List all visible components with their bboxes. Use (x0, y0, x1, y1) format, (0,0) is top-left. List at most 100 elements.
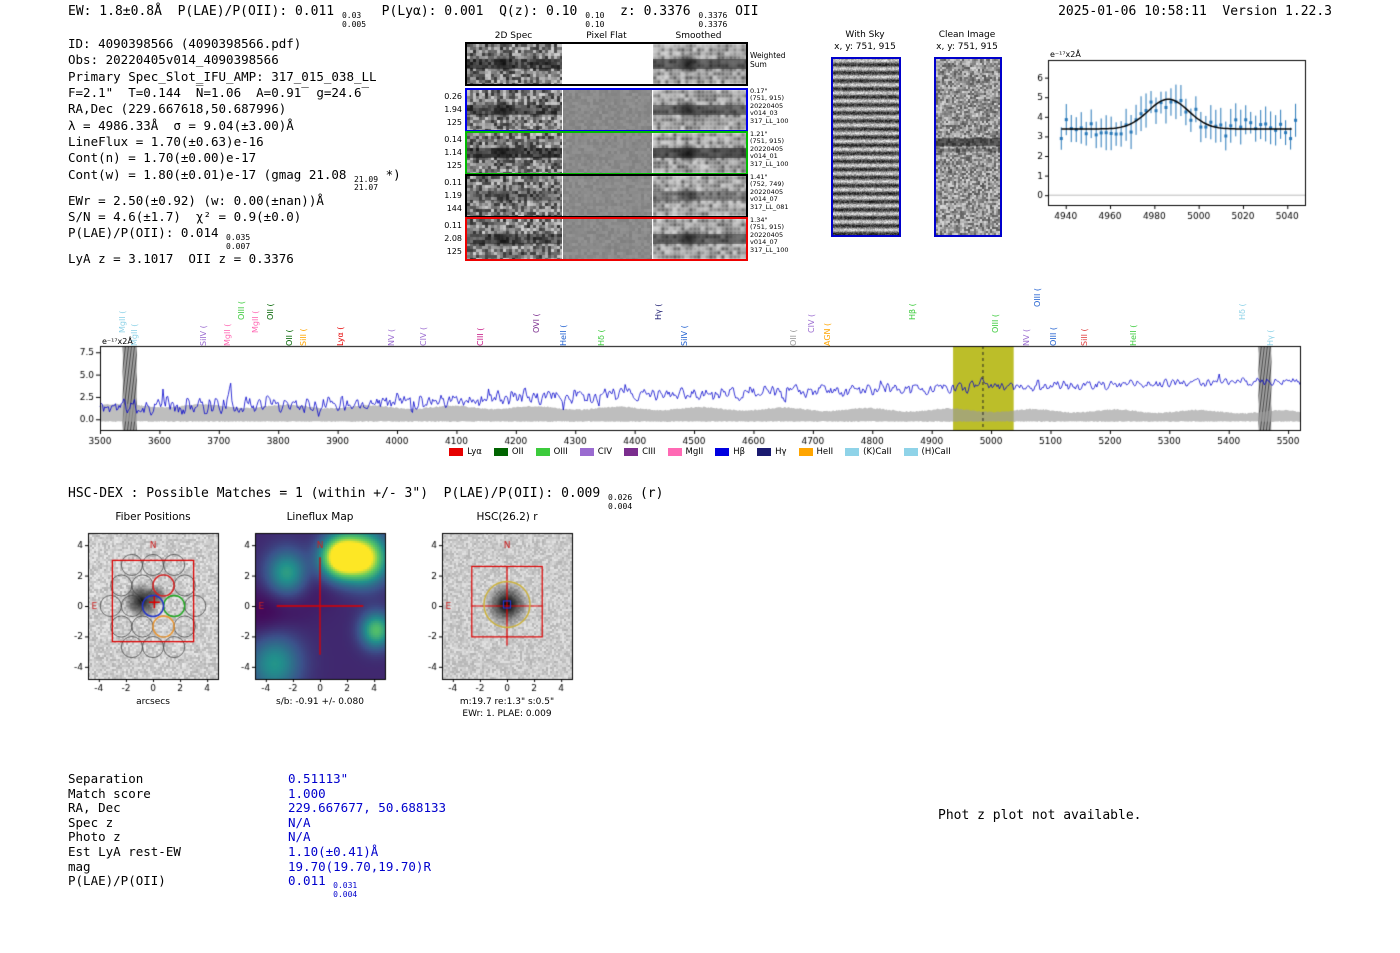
spec2d-cell-spec (467, 90, 562, 130)
lineflux-map-plot (225, 523, 400, 695)
fiber-positions-xlabel: arcsecs (136, 697, 170, 707)
match-row-value: N/A (288, 829, 311, 845)
text-run: Cont(w) = 1.80(±0.01)e-17 (gmag 21.08 (68, 166, 354, 182)
spec2d-cell-spec (467, 219, 562, 259)
col-header-pixelflat: Pixel Flat (586, 31, 627, 41)
fiber-positions-plot (58, 523, 233, 695)
emission-line-label: OIII ( (1032, 287, 1042, 307)
legend-label: OIII (553, 447, 568, 457)
lineflux-map-xlabel: s/b: -0.91 +/- 0.080 (276, 697, 364, 707)
spec2d-cell-flat (563, 133, 652, 173)
legend-swatch (798, 448, 813, 456)
spectrum-legend: Lyα OII OIII CIV CIII MgII Hβ Hγ HeII (K)CaII (H)C… (100, 447, 1300, 457)
spec2d-row (465, 131, 748, 175)
match-table-row: Match score 1.000 (68, 786, 446, 802)
emission-line-label: Hδ ( (1237, 303, 1247, 320)
spec2d-cell-spec (467, 133, 562, 173)
photz-note: Phot z plot not available. (938, 808, 1142, 823)
spec2d-row-scale-values: 0.11 2.08 125 (444, 221, 462, 256)
spec2d-cell-flat (563, 219, 652, 259)
col-header-smoothed: Smoothed (675, 31, 722, 41)
text-run: LineFlux = 1.70(±0.63)e-16 (68, 134, 264, 150)
info-line: ID: 4090398566 (4090398566.pdf) (68, 36, 401, 52)
legend-label: CIII (642, 447, 656, 457)
legend-swatch (493, 448, 508, 456)
legend-label: (H)CaII (921, 447, 951, 457)
info-line: Cont(w) = 1.80(±0.01)e-17 (gmag 21.08 21… (68, 167, 401, 193)
legend-swatch (715, 448, 730, 456)
legend-item: OII (493, 447, 524, 457)
spec2d-row (465, 217, 748, 261)
legend-label: MgII (685, 447, 704, 457)
legend-label: Hγ (775, 447, 787, 457)
emission-line-label: OIII ( (237, 300, 247, 320)
text-run: P(Lyα): 0.001 Q(z): 0.10 (366, 4, 586, 19)
emission-line-label: MgII ( (117, 310, 127, 333)
spec2d-cell-smooth (653, 90, 746, 130)
legend-label: (K)CaII (863, 447, 892, 457)
weighted-sum-label: Weighted Sum (750, 51, 786, 69)
text-run: ID: 4090398566 (4090398566.pdf) (68, 36, 302, 51)
text-run: λ = 4986.33Å σ = 9.04(±3.00)Å (68, 117, 294, 133)
legend-swatch (449, 448, 464, 456)
sup-sub-stack: 0.10 0.10 (585, 11, 605, 29)
cleanimage-panel (934, 57, 1002, 237)
legend-item: (H)CaII (903, 447, 951, 457)
sup-sub-stack: 21.09 21.07 (353, 174, 379, 193)
match-table-row: RA, Dec 229.667677, 50.688133 (68, 800, 447, 816)
emission-line-label: CIV ( (806, 313, 816, 333)
cleanimage-title: Clean Image (938, 30, 996, 40)
hsc-cutout-plot (412, 523, 587, 695)
col-header-2dspec: 2D Spec (494, 31, 533, 41)
hsc-cutout-title: HSC(26.2) r (476, 511, 538, 523)
withsky-coords: x, y: 751, 915 (834, 42, 896, 52)
info-line: EWr = 2.50(±0.92) (w: 0.00(±nan))Å (68, 193, 401, 209)
emission-line-label: OII ( (266, 303, 276, 320)
withsky-panel (831, 57, 901, 237)
match-row-label: RA, Dec (68, 800, 121, 816)
sup-sub-stack: 0.3376 0.3376 (698, 11, 728, 29)
withsky-image (833, 59, 899, 235)
spec2d-cell-spec (467, 176, 562, 216)
spec2d-cell-blank (563, 44, 652, 84)
text-run: S/N = 4.6(±1.7) χ² = 0.9(±0.0) (68, 209, 302, 225)
info-line: S/N = 4.6(±1.7) χ² = 0.9(±0.0) (68, 209, 401, 225)
match-row-value: 1.10(±0.41)Å (288, 843, 379, 859)
match-row-value: 0.51113" (288, 771, 349, 786)
legend-item: Hγ (757, 447, 787, 457)
match-row-label: Est LyA rest-EW (68, 843, 181, 859)
withsky-title: With Sky (845, 30, 885, 40)
text-run: P(LAE)/P(OII): 0.014 (68, 225, 227, 241)
match-row-value: 229.667677, 50.688133 (288, 800, 447, 816)
text-run: EWr = 2.50(±0.92) (w: 0.00(±nan))Å (68, 192, 324, 208)
emission-line-label: OIII ( (991, 313, 1000, 333)
text-run: Cont(n) = 1.70(±0.00)e-17 (68, 150, 257, 166)
match-table: Separation 0.51113" Match score 1.000 RA, De… (68, 771, 447, 899)
legend-item: OIII (535, 447, 568, 457)
legend-item: MgII (667, 447, 704, 457)
spec2d-cell-smooth (653, 133, 746, 173)
match-row-label: Photo z (68, 829, 121, 845)
legend-item: CIV (579, 447, 612, 457)
legend-item: CIII (624, 447, 656, 457)
info-line: Obs: 20220405v014_4090398566 (68, 52, 401, 68)
elixer-report: EW: 1.8±0.8Å P(LAE)/P(OII): 0.011 0.03 0.… (0, 0, 1400, 953)
inset-unit-label: e⁻¹⁷x2Å (1050, 50, 1081, 59)
fiber-positions-title: Fiber Positions (115, 511, 191, 523)
legend-label: Hβ (733, 447, 746, 457)
spec2d-row-annotation: 1.34" (751, 915) 20220405 v014_07 317_LL_100 (750, 216, 789, 254)
lineflux-map-title: Lineflux Map (286, 511, 354, 523)
info-line: LineFlux = 1.70(±0.63)e-16 (68, 134, 401, 150)
emission-line-label: MgII ( (251, 310, 261, 333)
text-run: (r) (632, 486, 664, 501)
legend-swatch (903, 448, 918, 456)
info-line: RA,Dec (229.667618,50.687996) (68, 101, 401, 117)
match-table-row: P(LAE)/P(OII) 0.011 0.031 0.004 (68, 873, 446, 899)
match-row-label: mag (68, 858, 91, 874)
legend-swatch (757, 448, 772, 456)
legend-swatch (845, 448, 860, 456)
spec2d-cell-flat (563, 176, 652, 216)
hsc-dex-header: HSC-DEX : Possible Matches = 1 (within +… (68, 486, 663, 511)
legend-label: OII (511, 447, 524, 457)
emission-line-labels: MgII (MgII (SiIV (MgII (OIII (MgII (OII … (100, 258, 1310, 348)
